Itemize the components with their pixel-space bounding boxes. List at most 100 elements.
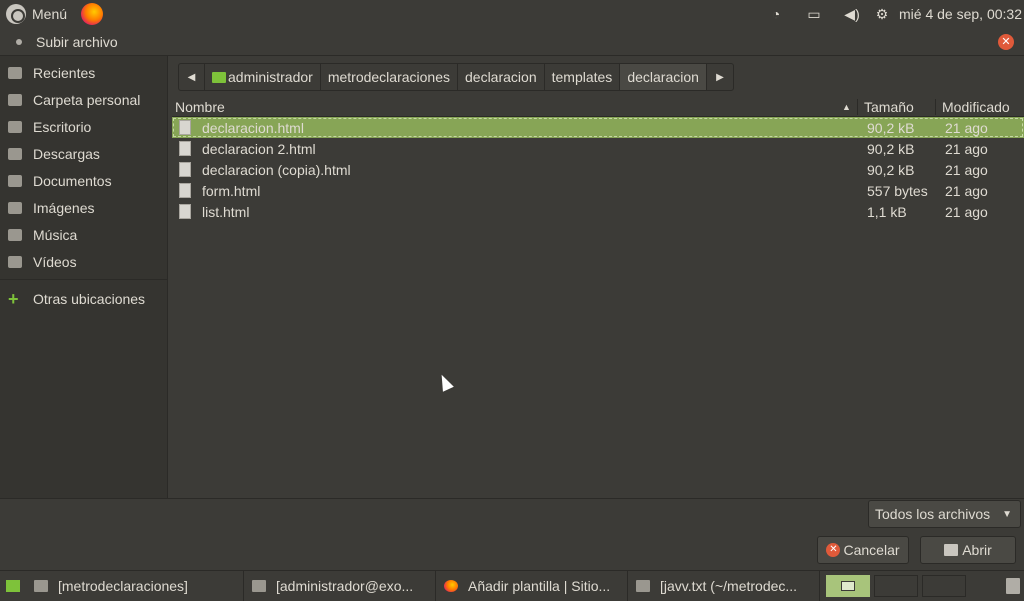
file-modified: 21 ago xyxy=(945,203,988,220)
dialog-titlebar: Subir archivo ✕ xyxy=(0,28,1024,56)
file-row[interactable]: declaracion 2.html 90,2 kB 21 ago xyxy=(172,138,1024,159)
path-segment[interactable]: templates xyxy=(545,64,621,90)
workspace-2[interactable] xyxy=(874,574,918,597)
plus-icon: + xyxy=(8,288,19,309)
open-button[interactable]: Abrir xyxy=(920,536,1016,564)
sidebar-item-label: Recientes xyxy=(33,64,96,81)
html-file-icon xyxy=(179,183,191,198)
sidebar-divider xyxy=(0,279,167,280)
file-name: declaracion (copia).html xyxy=(202,161,351,178)
path-bar: ◀ administrador metrodeclaraciones decla… xyxy=(178,63,734,91)
column-header-size[interactable]: Tamaño xyxy=(864,99,914,115)
clock[interactable]: mié 4 de sep, 00:32 xyxy=(893,6,1024,22)
sidebar-item-other-locations[interactable]: + Otras ubicaciones xyxy=(0,285,167,312)
desktop-icon xyxy=(8,120,22,133)
trash-icon xyxy=(1006,577,1020,594)
sidebar-item-home[interactable]: Carpeta personal xyxy=(0,86,167,113)
cancel-button[interactable]: ✕ Cancelar xyxy=(817,536,909,564)
file-size: 90,2 kB xyxy=(867,161,915,178)
workspace-3[interactable] xyxy=(922,574,966,597)
sidebar-item-recent[interactable]: Recientes xyxy=(0,59,167,86)
volume-icon[interactable]: ◀) xyxy=(833,6,871,23)
path-scroll-right-button[interactable]: ▶ xyxy=(707,64,733,90)
path-segment-label: administrador xyxy=(228,69,313,85)
folder-icon xyxy=(34,579,48,592)
close-icon[interactable]: ✕ xyxy=(998,34,1014,50)
file-row[interactable]: list.html 1,1 kB 21 ago xyxy=(172,201,1024,222)
column-divider xyxy=(935,99,936,115)
sidebar-item-music[interactable]: Música xyxy=(0,221,167,248)
sidebar-item-desktop[interactable]: Escritorio xyxy=(0,113,167,140)
home-folder-icon xyxy=(212,71,226,83)
show-desktop-icon xyxy=(6,579,20,592)
file-modified: 21 ago xyxy=(945,140,988,157)
sidebar-item-videos[interactable]: Vídeos xyxy=(0,248,167,275)
terminal-icon xyxy=(252,579,266,592)
text-editor-icon xyxy=(636,579,650,592)
taskbar-item[interactable]: [administrador@exo... xyxy=(244,570,436,601)
workspace-1[interactable] xyxy=(826,574,870,597)
file-modified: 21 ago xyxy=(945,182,988,199)
sidebar-item-downloads[interactable]: Descargas xyxy=(0,140,167,167)
file-row-selected[interactable]: declaracion.html 90,2 kB 21 ago xyxy=(172,117,1024,138)
taskbar-item[interactable]: [javv.txt (~/metrodec... xyxy=(628,570,820,601)
battery-icon[interactable]: ▭ xyxy=(795,6,833,23)
file-size: 557 bytes xyxy=(867,182,928,199)
sidebar-item-documents[interactable]: Documentos xyxy=(0,167,167,194)
file-size: 90,2 kB xyxy=(867,140,915,157)
file-list-header: Nombre ▲ Tamaño Modificado xyxy=(172,97,1024,117)
file-type-filter-dropdown[interactable]: Todos los archivos ▼ xyxy=(868,500,1021,528)
pictures-icon xyxy=(8,201,22,214)
file-name: declaracion 2.html xyxy=(202,140,316,157)
taskbar-item-label: [administrador@exo... xyxy=(276,577,414,594)
path-segment-current[interactable]: declaracion xyxy=(620,64,707,90)
cancel-icon: ✕ xyxy=(826,543,841,557)
file-name: list.html xyxy=(202,203,250,220)
file-modified: 21 ago xyxy=(945,119,988,136)
file-name: form.html xyxy=(202,182,261,199)
html-file-icon xyxy=(179,141,191,156)
music-icon xyxy=(8,228,22,241)
sidebar-item-pictures[interactable]: Imágenes xyxy=(0,194,167,221)
open-folder-icon xyxy=(944,544,959,556)
sort-ascending-icon: ▲ xyxy=(842,102,851,112)
path-segment[interactable]: metrodeclaraciones xyxy=(321,64,458,90)
file-size: 90,2 kB xyxy=(867,119,915,136)
window-menu-icon[interactable] xyxy=(16,38,22,45)
file-list: Nombre ▲ Tamaño Modificado declaracion.h… xyxy=(172,97,1024,498)
taskbar-item[interactable]: [metrodeclaraciones] xyxy=(26,570,244,601)
sidebar-item-label: Escritorio xyxy=(33,118,92,135)
html-file-icon xyxy=(179,162,191,177)
column-header-name[interactable]: Nombre xyxy=(175,99,225,115)
main-menu-label: Menú xyxy=(32,6,68,22)
file-row[interactable]: form.html 557 bytes 21 ago xyxy=(172,180,1024,201)
file-row[interactable]: declaracion (copia).html 90,2 kB 21 ago xyxy=(172,159,1024,180)
firefox-launcher-icon[interactable] xyxy=(81,3,104,25)
path-segment-home[interactable]: administrador xyxy=(205,64,321,90)
open-label: Abrir xyxy=(962,542,992,558)
file-size: 1,1 kB xyxy=(867,203,907,220)
recent-icon xyxy=(8,66,22,79)
cancel-label: Cancelar xyxy=(843,542,900,558)
sidebar-item-label: Carpeta personal xyxy=(33,91,141,108)
settings-icon[interactable]: ⚙ xyxy=(871,6,893,23)
taskbar-item-label: [javv.txt (~/metrodec... xyxy=(660,577,798,594)
top-panel: Menú ◔ ▭ ◀) ⚙ mié 4 de sep, 00:32 xyxy=(0,0,1024,28)
path-segment[interactable]: declaracion xyxy=(458,64,545,90)
home-icon xyxy=(8,93,22,106)
path-scroll-left-button[interactable]: ◀ xyxy=(179,64,205,90)
taskbar-item-label: Añadir plantilla | Sitio... xyxy=(468,577,611,594)
column-header-modified[interactable]: Modificado xyxy=(942,99,1010,115)
chevron-down-icon: ▼ xyxy=(1002,508,1012,520)
taskbar-item[interactable]: Añadir plantilla | Sitio... xyxy=(436,570,628,601)
documents-icon xyxy=(8,174,22,187)
show-desktop-button[interactable] xyxy=(0,574,26,598)
main-menu-button[interactable]: Menú xyxy=(0,0,73,28)
sidebar-item-label: Vídeos xyxy=(33,253,77,270)
trash-button[interactable] xyxy=(1002,575,1024,597)
dialog-title: Subir archivo xyxy=(36,33,118,50)
wifi-icon[interactable]: ◔ xyxy=(757,6,795,22)
sidebar-item-label: Documentos xyxy=(33,172,112,189)
html-file-icon xyxy=(179,204,191,219)
sidebar-item-label: Música xyxy=(33,226,78,243)
